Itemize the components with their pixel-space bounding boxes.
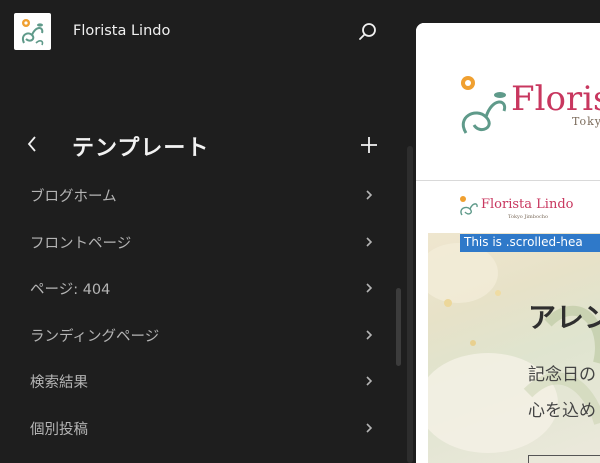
template-item-label: ランディングページ [30, 328, 160, 345]
template-item-label: 検索結果 [30, 375, 88, 392]
preview-hero-line-2: 心を込め [528, 401, 596, 421]
template-item-front-page[interactable]: フロントページ [0, 219, 396, 266]
chevron-right-icon [366, 423, 373, 433]
preview-brand-title: Floris [511, 79, 600, 119]
template-item-single-post[interactable]: 個別投稿 [0, 405, 396, 452]
chevron-right-icon [366, 283, 373, 293]
template-item-page-404[interactable]: ページ: 404 [0, 265, 396, 312]
panel-header: テンプレート [0, 126, 400, 162]
site-title[interactable]: Florista Lindo [73, 23, 170, 39]
preview-scrolled-header: Florista Lindo Tokyo Jimbocho [416, 181, 600, 231]
site-editor-sidebar: Florista Lindo テンプレート ブログホーム フロントページ ページ… [0, 0, 410, 463]
chevron-right-icon [366, 330, 373, 340]
chevron-right-icon [366, 237, 373, 247]
site-logo-icon[interactable] [14, 13, 51, 50]
preview-brand-small-tagline: Tokyo Jimbocho [508, 214, 548, 220]
brand-logo-icon [461, 76, 507, 134]
chevron-right-icon [366, 190, 373, 200]
template-list: ブログホーム フロントページ ページ: 404 ランディングページ 検索結果 個… [0, 172, 396, 452]
add-template-button[interactable] [356, 132, 382, 158]
canvas-scrollbar-track[interactable] [407, 146, 413, 463]
template-item-label: ページ: 404 [30, 282, 111, 299]
plus-icon [361, 137, 377, 153]
preview-brand-small: Florista Lindo [481, 197, 574, 212]
preview-hero-button[interactable] [528, 455, 600, 463]
flower-background-image [428, 243, 600, 453]
preview-hero-line-1: 記念日の [528, 365, 596, 385]
chevron-right-icon [366, 376, 373, 386]
back-button[interactable] [22, 132, 44, 156]
chevron-left-icon [27, 136, 36, 152]
preview-hero-title: アレン [528, 301, 600, 334]
brand-logo-small-icon [460, 196, 478, 216]
preview-brand-tagline: Toky [572, 115, 600, 128]
template-preview-canvas[interactable]: Floris Toky Florista Lindo Tokyo Jimboch… [416, 23, 600, 463]
florista-lindo-logo-icon [22, 19, 44, 46]
template-item-label: ブログホーム [30, 189, 117, 205]
panel-title: テンプレート [72, 136, 210, 161]
template-item-blog-home[interactable]: ブログホーム [0, 172, 396, 219]
sidebar-scrollbar-thumb[interactable] [396, 288, 401, 366]
template-item-label: 個別投稿 [30, 421, 88, 438]
search-button[interactable] [354, 18, 382, 46]
search-icon [359, 23, 376, 40]
template-item-label: フロントページ [30, 235, 132, 252]
scrolled-header-note: This is .scrolled-hea [460, 234, 600, 252]
template-item-landing-page[interactable]: ランディングページ [0, 312, 396, 359]
preview-hero [428, 233, 600, 463]
template-item-search-results[interactable]: 検索結果 [0, 358, 396, 405]
